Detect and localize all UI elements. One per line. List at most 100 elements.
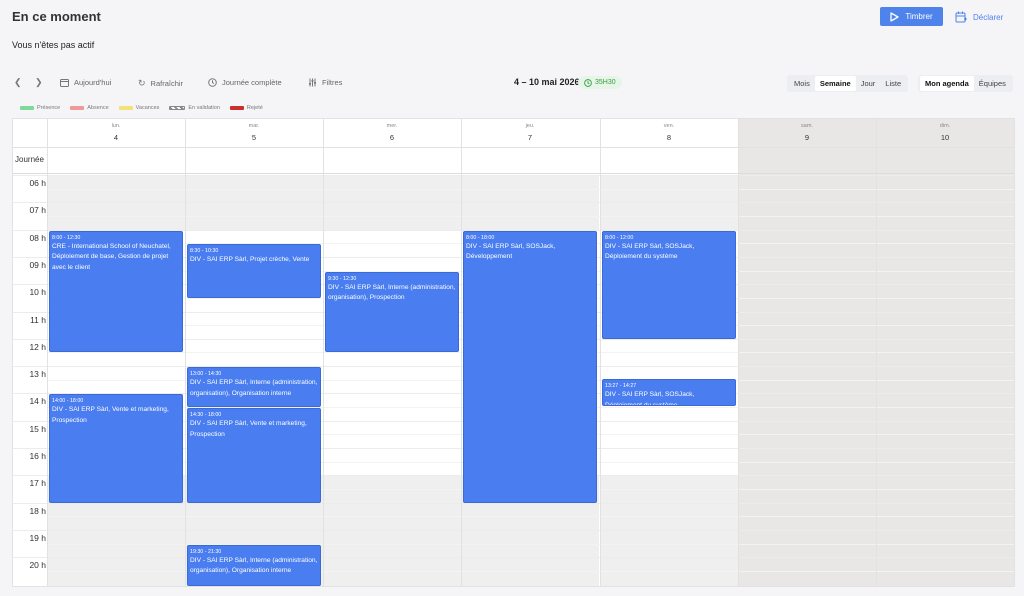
- allday-row-label: Journée: [15, 155, 44, 164]
- legend: Présence Absence Vacances En validation …: [20, 105, 263, 111]
- timbrer-label: Timbrer: [905, 12, 933, 21]
- calendar-event[interactable]: 8:00 - 12:00 DIV - SAI ERP Sàrl, SOSJack,…: [602, 230, 736, 339]
- half-hour-line: [47, 188, 1014, 190]
- legend-item: En validation: [169, 105, 220, 111]
- view-list-button[interactable]: Liste: [880, 76, 906, 91]
- calendar-event[interactable]: 13:00 - 14:30 DIV - SAI ERP Sàrl, Interne…: [187, 367, 321, 408]
- day-header-number: 6: [389, 133, 395, 142]
- view-switcher: Mois Semaine Jour Liste: [787, 75, 909, 92]
- hour-label: 07 h: [29, 205, 46, 216]
- filters-label: Filtres: [322, 78, 343, 87]
- event-title: CRE - International School of Neuchatel,…: [52, 242, 171, 271]
- refresh-label: Rafraîchir: [150, 79, 184, 88]
- week-duration-badge: 35H30: [578, 76, 622, 89]
- today-label: Aujourd'hui: [74, 78, 112, 87]
- prev-week-button[interactable]: ❮: [14, 77, 22, 88]
- filter-sliders-icon: [309, 78, 316, 87]
- hour-label: 08 h: [29, 232, 46, 243]
- event-time: 8:30 - 10:30: [190, 248, 219, 255]
- event-time: 13:00 - 14:30: [190, 371, 222, 378]
- day-column-line: [47, 119, 48, 586]
- day-header-number: 8: [666, 133, 672, 142]
- hour-label: 20 h: [29, 560, 46, 571]
- fullday-button[interactable]: Journée complète: [208, 78, 282, 87]
- next-week-button[interactable]: ❯: [35, 77, 43, 88]
- hour-line: [13, 202, 1014, 204]
- hour-label: 06 h: [29, 178, 46, 188]
- day-header-number: 10: [940, 133, 950, 142]
- legend-item: Absence: [70, 105, 109, 111]
- hour-label: 18 h: [29, 505, 46, 516]
- fullday-label: Journée complète: [222, 78, 282, 87]
- event-title: DIV - SAI ERP Sàrl, Interne (administrat…: [328, 283, 456, 302]
- legend-label: Rejeté: [246, 105, 263, 111]
- day-column-line: [461, 119, 462, 586]
- event-time: 19:30 - 21:30: [190, 548, 222, 555]
- hour-label: 17 h: [29, 478, 46, 489]
- legend-label: En validation: [188, 105, 220, 111]
- event-time: 14:30 - 18:00: [190, 412, 222, 419]
- page-title: En ce moment: [12, 9, 101, 24]
- event-title: DIV - SAI ERP Sàrl, SOSJack, Déploiement…: [605, 242, 695, 261]
- event-title: DIV - SAI ERP Sàrl, Vente et marketing, …: [52, 406, 169, 424]
- calendar-icon: [60, 79, 69, 87]
- hour-label: 13 h: [29, 369, 46, 380]
- event-title: DIV - SAI ERP Sàrl, Vente et marketing, …: [190, 420, 307, 438]
- calendar-event[interactable]: 8:00 - 12:30 CRE - International School o…: [49, 230, 183, 353]
- calendar-event[interactable]: 19:30 - 21:30 DIV - SAI ERP Sàrl, Interne…: [187, 544, 321, 586]
- calendar-event[interactable]: 8:00 - 18:00 DIV - SAI ERP Sàrl, SOSJack,…: [463, 230, 597, 503]
- event-title: DIV - SAI ERP Sàrl, SOSJack, Développeme…: [466, 242, 556, 261]
- absence-swatch: [70, 106, 85, 110]
- day-header-number: 9: [804, 133, 810, 142]
- legend-label: Absence: [87, 105, 109, 111]
- today-button[interactable]: Aujourd'hui: [60, 78, 111, 87]
- day-column-line: [185, 119, 186, 586]
- week-calendar: Journée 06 h 07 h 08 h 09 h 10 h 11 h 12 h 13 h…: [12, 118, 1015, 587]
- chevron-left-icon: ❮: [14, 77, 22, 87]
- day-column-line: [876, 119, 877, 586]
- day-header-name: mer.: [386, 123, 398, 129]
- legend-label: Présence: [37, 105, 61, 111]
- event-time: 8:00 - 12:00: [605, 234, 634, 241]
- filters-button[interactable]: Filtres: [308, 78, 342, 87]
- day-header-name: mar.: [248, 123, 260, 129]
- clock-icon: [584, 78, 592, 87]
- day-header-number: 5: [251, 133, 257, 142]
- view-month-button[interactable]: Mois: [789, 76, 815, 91]
- hour-line: [13, 502, 1014, 504]
- hour-label: 12 h: [29, 341, 46, 352]
- validation-swatch: [169, 106, 186, 110]
- view-day-button[interactable]: Jour: [856, 76, 881, 91]
- event-time: 8:00 - 18:00: [466, 234, 495, 241]
- teams-button[interactable]: Équipes: [974, 76, 1011, 91]
- day-header-name: lun.: [111, 123, 121, 129]
- calendar-event[interactable]: 13:27 - 14:27 DIV - SAI ERP Sàrl, SOSJack…: [602, 379, 736, 406]
- event-title: DIV - SAI ERP Sàrl, Interne (administrat…: [190, 556, 318, 575]
- event-time: 13:27 - 14:27: [605, 383, 637, 390]
- calendar-event[interactable]: 14:30 - 18:00 DIV - SAI ERP Sàrl, Vente e…: [187, 408, 321, 503]
- day-header-number: 4: [113, 133, 119, 142]
- legend-item: Vacances: [118, 105, 159, 111]
- half-hour-line: [47, 516, 1014, 518]
- view-week-button[interactable]: Semaine: [814, 76, 856, 91]
- legend-item: Présence: [20, 105, 60, 111]
- refresh-button[interactable]: ↻ Rafraîchir: [138, 78, 183, 89]
- calendar-event[interactable]: 8:30 - 10:30 DIV - SAI ERP Sàrl, Projet c…: [187, 244, 321, 298]
- presence-swatch: [20, 106, 34, 110]
- day-header-number: 7: [527, 133, 533, 142]
- clock-icon: [208, 78, 217, 87]
- event-title: DIV - SAI ERP Sàrl, Interne (administrat…: [190, 379, 318, 397]
- scope-switcher: Mon agenda Équipes: [918, 75, 1013, 92]
- my-agenda-button[interactable]: Mon agenda: [920, 76, 974, 91]
- hour-label: 14 h: [29, 396, 46, 407]
- refresh-icon: ↻: [138, 78, 146, 88]
- hour-line: [13, 529, 1014, 531]
- timbrer-button[interactable]: Timbrer: [880, 7, 943, 26]
- declarer-button[interactable]: Déclarer: [955, 8, 1003, 26]
- calendar-event[interactable]: 14:00 - 18:00 DIV - SAI ERP Sàrl, Vente e…: [49, 394, 183, 503]
- declarer-label: Déclarer: [973, 12, 1004, 22]
- play-icon: [890, 11, 900, 22]
- day-column-line: [600, 119, 601, 586]
- calendar-event[interactable]: 9:30 - 12:30 DIV - SAI ERP Sàrl, Interne …: [325, 271, 459, 353]
- hour-label: 09 h: [29, 259, 46, 270]
